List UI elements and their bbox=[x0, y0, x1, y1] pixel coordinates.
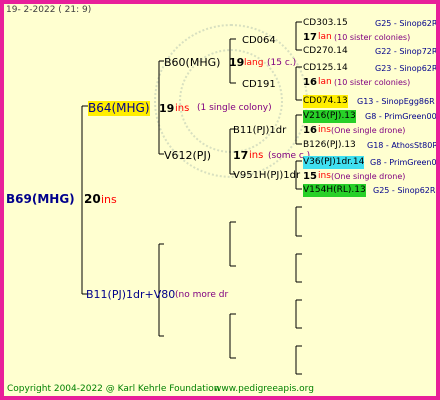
gen3-name[interactable]: CD191 bbox=[242, 78, 276, 91]
gen4-label: ins bbox=[318, 171, 331, 181]
gen2-mm-name[interactable]: B60(MHG) bbox=[164, 56, 220, 69]
pedigree-frame: 19- 2-2022 ( 21: 9) B69(MHG) 20 ins B64(… bbox=[0, 0, 440, 400]
gen4-name[interactable]: V216(PJ).13 bbox=[303, 110, 356, 123]
mother-name[interactable]: B64(MHG) bbox=[88, 101, 150, 116]
mother-ins-label: ins bbox=[175, 103, 190, 114]
gen4-tag: G25 - Sinop62R bbox=[375, 19, 438, 28]
root-name[interactable]: B69(MHG) bbox=[6, 192, 75, 207]
gen4-count: 17 bbox=[303, 32, 317, 43]
gen3-name[interactable]: V951H(PJ)1dr bbox=[233, 169, 300, 182]
gen4-name[interactable]: V36(PJ)1dr.14 bbox=[303, 156, 365, 169]
footer-url[interactable]: www.pedigreeapis.org bbox=[214, 383, 314, 396]
gen4-note: (One single drone) bbox=[331, 126, 406, 135]
gen4-name[interactable]: CD074.13 bbox=[303, 95, 348, 108]
gen4-label: lan bbox=[318, 77, 332, 87]
root-ins-count: 20 bbox=[84, 192, 101, 206]
gen4-tag: G23 - Sinop62R bbox=[375, 64, 438, 73]
gen4-note: (10 sister colonies) bbox=[334, 33, 411, 42]
gen4-label: ins bbox=[318, 125, 331, 135]
gen2-mm-label: lang bbox=[244, 58, 264, 68]
gen4-tag: G18 - AthosSt80R bbox=[367, 141, 438, 150]
root-ins-label: ins bbox=[101, 193, 117, 206]
father-name[interactable]: B11(PJ)1dr+V80 bbox=[86, 287, 175, 302]
gen4-tag: G22 - Sinop72R bbox=[375, 47, 438, 56]
gen4-name[interactable]: CD303.15 bbox=[303, 17, 348, 30]
gen4-tag: G8 - PrimGreen00 bbox=[370, 158, 440, 167]
gen4-name[interactable]: CD125.14 bbox=[303, 62, 348, 75]
gen4-name[interactable]: V154H(RL).13 bbox=[303, 184, 366, 197]
mother-ins-count: 19 bbox=[159, 102, 175, 115]
mother-note: (1 single colony) bbox=[197, 103, 272, 113]
gen4-tag: G8 - PrimGreen00 bbox=[365, 112, 437, 121]
gen2-mf-name[interactable]: V612(PJ) bbox=[164, 149, 211, 162]
gen4-tag: G13 - SinopEgg86R bbox=[357, 97, 435, 106]
gen4-name[interactable]: CD270.14 bbox=[303, 45, 348, 58]
gen3-name[interactable]: B11(PJ)1dr bbox=[233, 124, 286, 137]
gen2-mm-count: 19 bbox=[229, 56, 245, 69]
gen2-mf-count: 17 bbox=[233, 149, 249, 162]
gen4-label: lan bbox=[318, 32, 332, 42]
gen4-count: 15 bbox=[303, 171, 317, 182]
gen4-name[interactable]: B126(PJ).13 bbox=[303, 139, 356, 152]
gen2-mf-label: ins bbox=[249, 150, 264, 161]
report-date: 19- 2-2022 ( 21: 9) bbox=[6, 5, 92, 15]
gen4-count: 16 bbox=[303, 77, 317, 88]
gen4-note: (One single drone) bbox=[331, 172, 406, 181]
gen2-mm-note: (15 c.) bbox=[267, 58, 297, 68]
footer-copyright: Copyright 2004-2022 @ Karl Kehrle Founda… bbox=[7, 384, 220, 394]
gen4-note: (10 sister colonies) bbox=[334, 78, 411, 87]
gen3-name[interactable]: CD064 bbox=[242, 34, 276, 47]
gen4-count: 16 bbox=[303, 125, 317, 136]
father-note: (no more dr bbox=[175, 290, 229, 300]
gen4-tag: G25 - Sinop62R bbox=[373, 186, 436, 195]
